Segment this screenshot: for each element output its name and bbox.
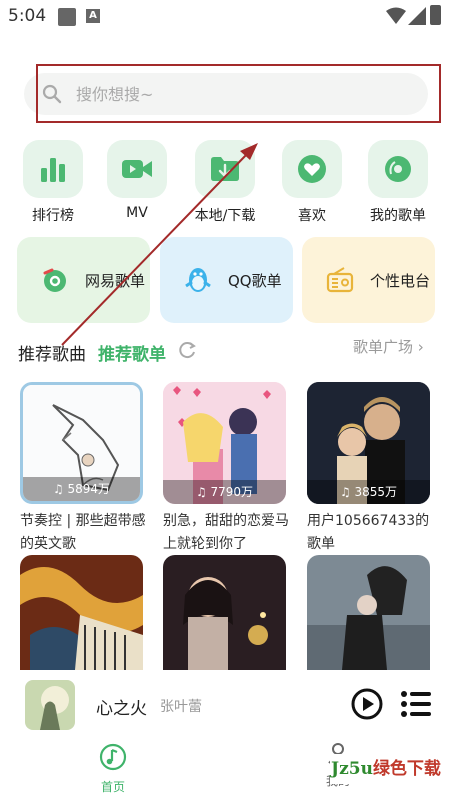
playlist-card[interactable] [163, 555, 286, 670]
radio-icon [322, 262, 358, 298]
now-playing-title: 心之火 [96, 699, 147, 719]
tab-recommended-playlists[interactable]: 推荐歌单 [98, 340, 166, 365]
watermark-logo: Jz5u绿色下载 [330, 754, 442, 784]
qq-penguin-icon [180, 262, 216, 298]
quick-label-mv: MV [126, 205, 148, 221]
quick-item-local-download[interactable]: 本地/下载 [185, 140, 265, 225]
quick-label-favorites: 喜欢 [298, 208, 326, 224]
quick-item-favorites[interactable]: 喜欢 [272, 140, 352, 225]
playlist-cover-image [163, 555, 286, 670]
playlist-cover-image [307, 555, 430, 670]
mini-player[interactable]: 心之火 张叶蕾 [0, 670, 450, 740]
playlist-cover-image [20, 555, 143, 670]
play-count: ♫ 7790万 [163, 480, 286, 504]
quick-item-my-playlists[interactable]: 我的歌单 [358, 140, 438, 225]
category-netease-playlists[interactable]: 网易歌单 [17, 237, 150, 323]
nav-home[interactable]: 首页 [88, 742, 138, 795]
play-button[interactable] [351, 688, 383, 720]
playlist-title[interactable]: 节奏控 | 那些超带感的英文歌 [20, 510, 148, 556]
search-icon [42, 84, 62, 104]
music-note-icon [99, 743, 127, 771]
folder-download-icon [195, 140, 255, 198]
video-camera-icon [107, 140, 167, 198]
nav-home-label: 首页 [100, 780, 125, 794]
now-playing-artist: 张叶蕾 [160, 699, 202, 715]
netease-icon [37, 262, 73, 298]
play-count: ♫ 3855万 [307, 480, 430, 504]
category-personal-radio[interactable]: 个性电台 [302, 237, 435, 323]
playlist-card[interactable] [20, 555, 143, 670]
playlist-square-link[interactable]: 歌单广场 › [353, 336, 424, 357]
category-label: QQ歌单 [228, 271, 282, 290]
search-bar[interactable] [24, 73, 428, 115]
playlist-title[interactable]: 别急，甜甜的恋爱马上就轮到你了 [163, 510, 291, 556]
now-playing-cover [25, 680, 75, 730]
tab-recommended-songs[interactable]: 推荐歌曲 [18, 340, 86, 365]
status-time: 5:04 [8, 6, 47, 26]
playlist-card[interactable]: ♫ 7790万 [163, 382, 286, 504]
category-label: 个性电台 [370, 271, 431, 290]
signal-icon [408, 7, 426, 25]
vinyl-disc-icon [368, 140, 428, 198]
quick-item-ranking[interactable]: 排行榜 [13, 140, 93, 225]
battery-icon [430, 5, 441, 25]
notification-square-icon [58, 8, 76, 26]
category-qq-playlists[interactable]: QQ歌单 [160, 237, 293, 323]
playlist-title[interactable]: 用户105667433的歌单 [307, 510, 435, 556]
playlist-card[interactable] [307, 555, 430, 670]
playlist-queue-icon[interactable] [401, 691, 431, 717]
quick-label-my-playlists: 我的歌单 [370, 208, 426, 224]
quick-label-ranking: 排行榜 [32, 208, 74, 224]
quick-label-local-download: 本地/下载 [194, 208, 256, 224]
heart-icon [282, 140, 342, 198]
wifi-icon [386, 7, 406, 24]
quick-item-mv[interactable]: MV [97, 140, 177, 221]
playlist-card[interactable]: ♫ 3855万 [307, 382, 430, 504]
refresh-icon[interactable] [177, 340, 197, 360]
play-count: ♫ 5894万 [23, 477, 140, 501]
status-bar: 5:04 A [0, 0, 450, 32]
search-input[interactable] [76, 73, 416, 115]
quick-access-row: 排行榜 MV 本地/下载 喜欢 我的歌单 [0, 140, 450, 230]
notification-a-icon: A [86, 9, 100, 23]
bar-chart-icon [23, 140, 83, 198]
category-label: 网易歌单 [85, 271, 146, 290]
playlist-card[interactable]: ♫ 5894万 [20, 382, 143, 504]
